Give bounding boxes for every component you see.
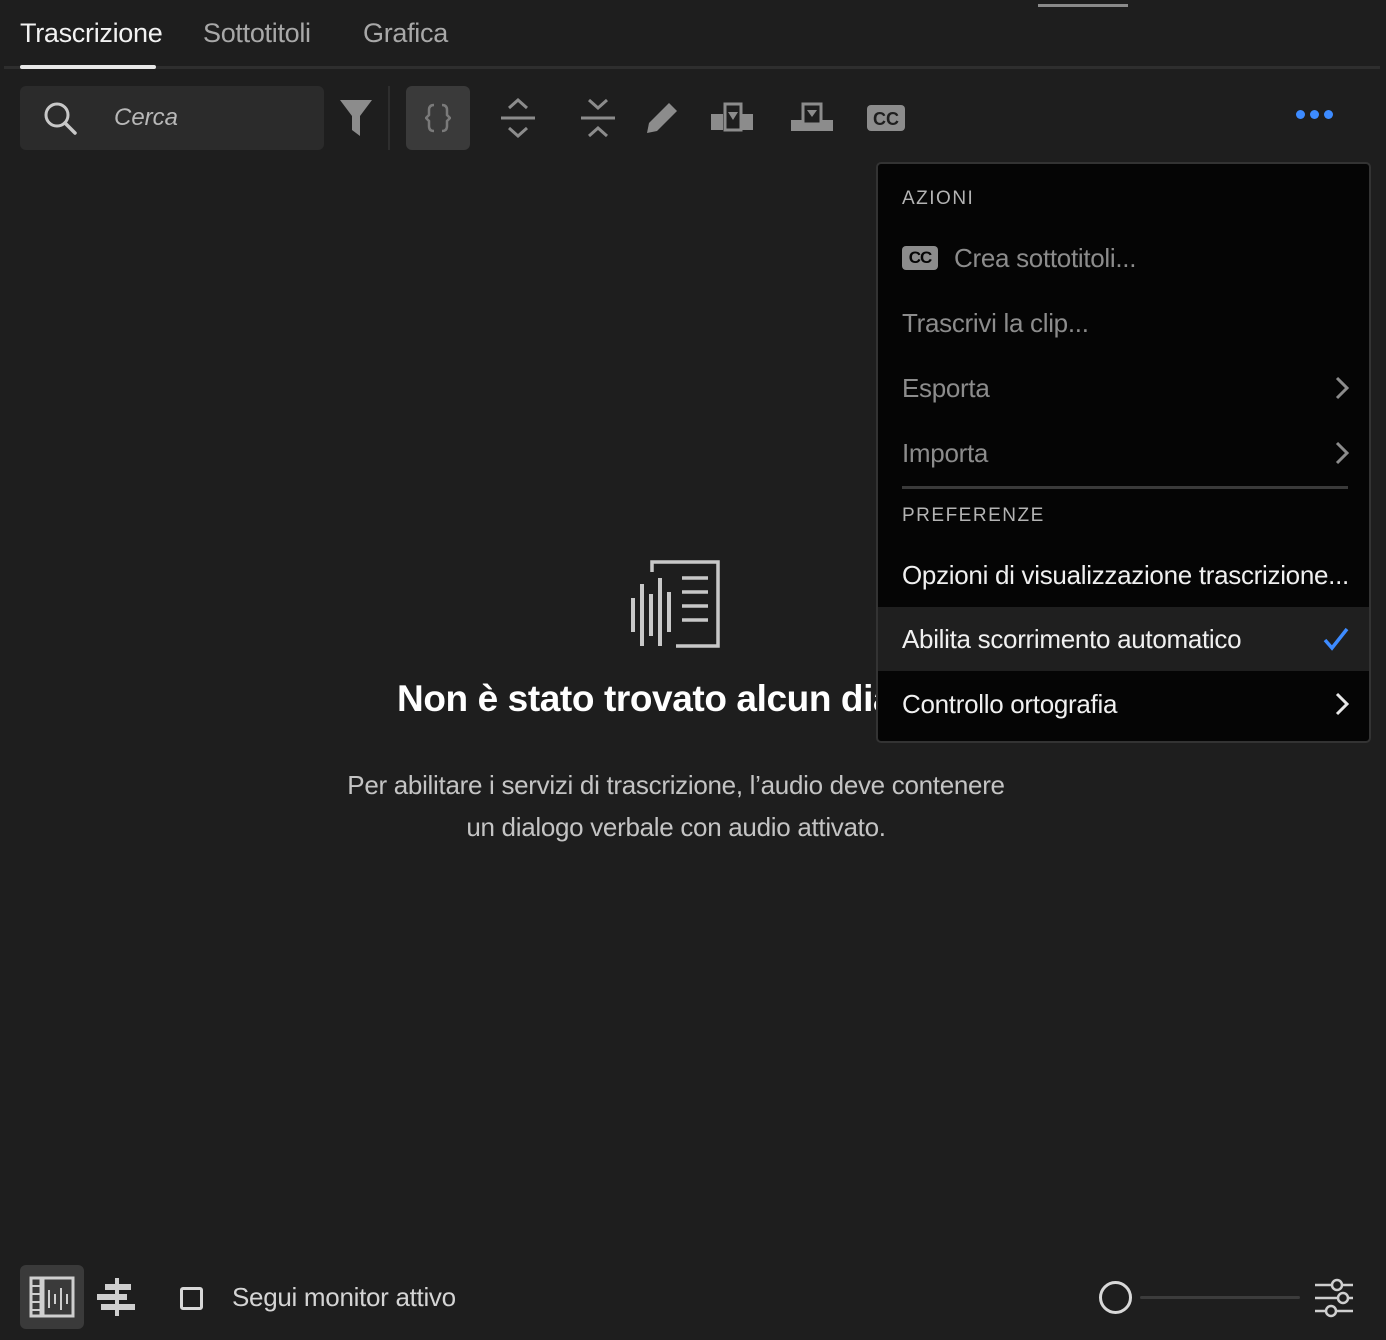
tab-sottotitoli[interactable]: Sottotitoli <box>203 18 311 49</box>
more-icon <box>1296 110 1305 119</box>
search-icon <box>44 102 77 135</box>
align-button[interactable] <box>94 1274 140 1320</box>
tab-grafica[interactable]: Grafica <box>363 18 448 49</box>
edit-button[interactable] <box>642 86 682 150</box>
collapse-icon <box>581 98 615 138</box>
transcript-icon <box>631 560 720 648</box>
sliders-icon <box>1315 1278 1353 1318</box>
empty-state-title: Non è stato trovato alcun dia <box>397 678 894 719</box>
chevron-right-icon <box>1335 692 1349 716</box>
empty-state-description: Per abilitare i servizi di trascrizione,… <box>347 770 1005 842</box>
merge-segments-icon <box>425 103 451 133</box>
menu-item-import[interactable]: Importa <box>878 421 1369 485</box>
captions-button[interactable]: CC <box>864 86 908 150</box>
toolbar-separator <box>388 86 390 150</box>
more-options-button[interactable] <box>1296 110 1333 119</box>
more-options-menu: AZIONI CC Crea sottotitoli... Trascrivi … <box>876 162 1371 743</box>
filmstrip-audio-icon <box>29 1276 75 1318</box>
chevron-right-icon <box>1335 441 1349 465</box>
follow-monitor-label: Segui monitor attivo <box>232 1282 456 1312</box>
pencil-icon <box>647 103 677 133</box>
cc-icon: CC <box>902 246 938 270</box>
active-tab-indicator <box>20 65 156 69</box>
cc-icon: CC <box>867 105 905 131</box>
expand-icon <box>501 98 535 138</box>
menu-item-spell-check[interactable]: Controllo ortografia <box>878 672 1369 736</box>
menu-item-create-captions[interactable]: CC Crea sottotitoli... <box>878 226 1369 290</box>
collapse-button[interactable] <box>576 86 620 150</box>
tab-trascrizione[interactable]: Trascrizione <box>20 18 163 49</box>
panel-tabs: Trascrizione Sottotitoli Grafica <box>0 0 1386 69</box>
menu-item-export[interactable]: Esporta <box>878 356 1369 420</box>
follow-monitor-checkbox[interactable] <box>180 1287 203 1310</box>
tabs-divider <box>4 66 1380 69</box>
search-input[interactable] <box>114 98 314 138</box>
settings-button[interactable] <box>1312 1276 1356 1320</box>
insert-icon <box>711 102 753 132</box>
menu-item-display-options[interactable]: Opzioni di visualizzazione trascrizione.… <box>878 543 1369 607</box>
filter-button[interactable] <box>336 86 376 150</box>
zoom-slider-track[interactable] <box>1140 1296 1300 1299</box>
merge-segments-button[interactable] <box>406 86 470 150</box>
overwrite-icon <box>791 102 833 131</box>
chevron-right-icon <box>1335 376 1349 400</box>
menu-section-preferences: PREFERENZE <box>902 505 1045 526</box>
zoom-slider-handle[interactable] <box>1099 1281 1132 1314</box>
align-center-icon <box>97 1278 135 1316</box>
checkmark-icon <box>1323 627 1349 651</box>
search-box[interactable] <box>20 86 324 150</box>
insert-button[interactable] <box>708 86 756 150</box>
svg-text:CC: CC <box>873 109 899 129</box>
menu-section-actions: AZIONI <box>902 188 975 209</box>
filter-icon <box>340 100 372 136</box>
expand-button[interactable] <box>496 86 540 150</box>
timeline-view-button[interactable] <box>20 1265 84 1329</box>
menu-item-transcribe-clip[interactable]: Trascrivi la clip... <box>878 291 1369 355</box>
menu-item-auto-scroll[interactable]: Abilita scorrimento automatico <box>878 607 1369 671</box>
menu-divider <box>902 486 1348 489</box>
overwrite-button[interactable] <box>788 86 836 150</box>
